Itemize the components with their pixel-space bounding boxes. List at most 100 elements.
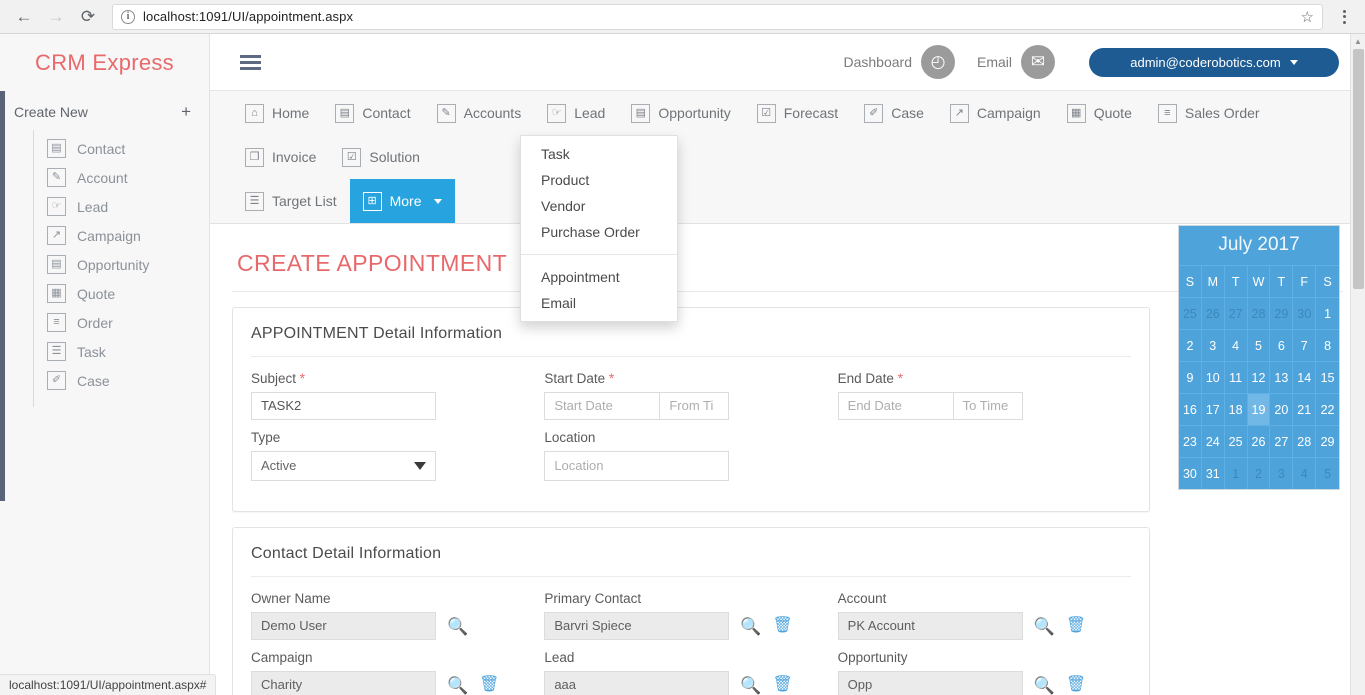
bookmark-star-icon[interactable]: ☆ (1301, 8, 1314, 26)
create-new-header[interactable]: Create New + (0, 91, 209, 130)
trash-icon[interactable]: 🗑 (773, 677, 793, 693)
site-info-icon[interactable]: i (121, 9, 135, 24)
tab-case[interactable]: ✐ Case (851, 91, 937, 135)
calendar-day-cell[interactable]: 1 (1316, 297, 1339, 329)
trash-icon[interactable]: 🗑 (479, 677, 499, 693)
account-input[interactable]: PK Account (837, 612, 1023, 640)
email-link[interactable]: Email ✉ (977, 45, 1055, 79)
calendar-day-cell[interactable]: 25 (1224, 425, 1248, 457)
search-icon[interactable]: 🔍 (1034, 677, 1055, 694)
search-icon[interactable]: 🔍 (740, 618, 761, 635)
menu-item-appointment[interactable]: Appointment (521, 264, 677, 290)
sidebar-item-task[interactable]: ☰ Task (34, 337, 209, 366)
sidebar-item-quote[interactable]: ▦ Quote (34, 279, 209, 308)
tab-solution[interactable]: ☑ Solution (329, 135, 433, 179)
calendar-day-cell[interactable]: 20 (1270, 393, 1294, 425)
dashboard-link[interactable]: Dashboard ◴ (843, 45, 955, 79)
tab-accounts[interactable]: ✎ Accounts (424, 91, 535, 135)
calendar-day-cell[interactable]: 28 (1247, 297, 1271, 329)
calendar-day-cell[interactable]: 22 (1316, 393, 1339, 425)
menu-item-email[interactable]: Email (521, 290, 677, 316)
calendar-day-cell[interactable]: 26 (1201, 297, 1225, 329)
forward-icon[interactable]: → (42, 3, 70, 31)
tab-forecast[interactable]: ☑ Forecast (744, 91, 851, 135)
calendar-day-cell[interactable]: 17 (1201, 393, 1225, 425)
calendar-day-cell[interactable]: 29 (1316, 425, 1339, 457)
calendar-day-cell[interactable]: 23 (1179, 425, 1202, 457)
calendar-day-cell[interactable]: 25 (1179, 297, 1202, 329)
sidebar-item-campaign[interactable]: ↗ Campaign (34, 221, 209, 250)
tab-home[interactable]: ⌂ Home (232, 91, 322, 135)
search-icon[interactable]: 🔍 (447, 618, 468, 635)
address-bar[interactable]: i localhost:1091/UI/appointment.aspx ☆ (112, 3, 1323, 30)
end-date-input[interactable]: End Date (837, 392, 953, 420)
calendar-day-cell[interactable]: 3 (1201, 329, 1225, 361)
calendar-day-cell[interactable]: 5 (1316, 457, 1339, 489)
calendar-day-cell[interactable]: 18 (1224, 393, 1248, 425)
tab-opportunity[interactable]: ▤ Opportunity (618, 91, 743, 135)
sidebar-item-contact[interactable]: ▤ Contact (34, 134, 209, 163)
lead-input[interactable]: aaa (544, 671, 730, 695)
calendar-day-cell[interactable]: 30 (1179, 457, 1202, 489)
sidebar-item-case[interactable]: ✐ Case (34, 366, 209, 395)
menu-item-purchase-order[interactable]: Purchase Order (521, 219, 677, 245)
calendar-day-cell[interactable]: 12 (1247, 361, 1271, 393)
browser-menu-icon[interactable] (1333, 9, 1355, 24)
vertical-scrollbar[interactable]: ▲ (1350, 34, 1365, 695)
calendar-day-cell[interactable]: 14 (1293, 361, 1317, 393)
calendar-day-cell[interactable]: 29 (1270, 297, 1294, 329)
calendar-day-cell[interactable]: 6 (1270, 329, 1294, 361)
tab-campaign[interactable]: ↗ Campaign (937, 91, 1054, 135)
calendar-day-cell[interactable]: 8 (1316, 329, 1339, 361)
trash-icon[interactable]: 🗑 (1066, 677, 1086, 693)
search-icon[interactable]: 🔍 (740, 677, 761, 694)
calendar-day-cell[interactable]: 2 (1179, 329, 1202, 361)
sidebar-item-opportunity[interactable]: ▤ Opportunity (34, 250, 209, 279)
search-icon[interactable]: 🔍 (447, 677, 468, 694)
sidebar-item-lead[interactable]: ☞ Lead (34, 192, 209, 221)
tab-target-list[interactable]: ☰ Target List (232, 179, 350, 223)
start-date-input[interactable]: Start Date (544, 392, 660, 420)
calendar-day-cell[interactable]: 16 (1179, 393, 1202, 425)
calendar-day-cell[interactable]: 2 (1247, 457, 1271, 489)
tab-lead[interactable]: ☞ Lead (534, 91, 618, 135)
menu-item-task[interactable]: Task (521, 141, 677, 167)
sidebar-item-account[interactable]: ✎ Account (34, 163, 209, 192)
calendar-day-cell[interactable]: 10 (1201, 361, 1225, 393)
back-icon[interactable]: ← (10, 3, 38, 31)
location-input[interactable]: Location (544, 451, 730, 481)
menu-item-vendor[interactable]: Vendor (521, 193, 677, 219)
plus-icon[interactable]: + (181, 103, 191, 120)
calendar-day-cell[interactable]: 30 (1293, 297, 1317, 329)
calendar-day-cell[interactable]: 9 (1179, 361, 1202, 393)
subject-input[interactable]: TASK2 (251, 392, 436, 420)
opportunity-input[interactable]: Opp (837, 671, 1023, 695)
calendar-day-cell[interactable]: 15 (1316, 361, 1339, 393)
calendar-day-cell[interactable]: 7 (1293, 329, 1317, 361)
search-icon[interactable]: 🔍 (1034, 618, 1055, 635)
sidebar-item-order[interactable]: ≡ Order (34, 308, 209, 337)
reload-icon[interactable]: ⟳ (74, 3, 102, 31)
calendar-day-cell[interactable]: 13 (1270, 361, 1294, 393)
from-time-input[interactable]: From Ti (659, 392, 730, 420)
calendar-day-cell[interactable]: 27 (1270, 425, 1294, 457)
calendar-day-cell[interactable]: 21 (1293, 393, 1317, 425)
calendar-day-cell[interactable]: 28 (1293, 425, 1317, 457)
calendar-day-cell[interactable]: 1 (1224, 457, 1248, 489)
trash-icon[interactable]: 🗑 (773, 618, 793, 634)
hamburger-menu-icon[interactable] (240, 54, 261, 70)
calendar-day-cell[interactable]: 11 (1224, 361, 1248, 393)
to-time-input[interactable]: To Time (952, 392, 1023, 420)
tab-contact[interactable]: ▤ Contact (322, 91, 423, 135)
user-account-button[interactable]: admin@coderobotics.com (1089, 47, 1339, 77)
calendar-day-cell[interactable]: 5 (1247, 329, 1271, 361)
calendar-day-cell[interactable]: 4 (1224, 329, 1248, 361)
tab-sales-order[interactable]: ≡ Sales Order (1145, 91, 1273, 135)
calendar-day-today[interactable]: 19 (1247, 393, 1271, 425)
calendar-day-cell[interactable]: 27 (1224, 297, 1248, 329)
primary-contact-input[interactable]: Barvri Spiece (544, 612, 730, 640)
owner-name-input[interactable]: Demo User (251, 612, 436, 640)
type-select[interactable]: Active (251, 451, 436, 481)
calendar-day-cell[interactable]: 26 (1247, 425, 1271, 457)
scroll-up-icon[interactable]: ▲ (1351, 34, 1365, 49)
